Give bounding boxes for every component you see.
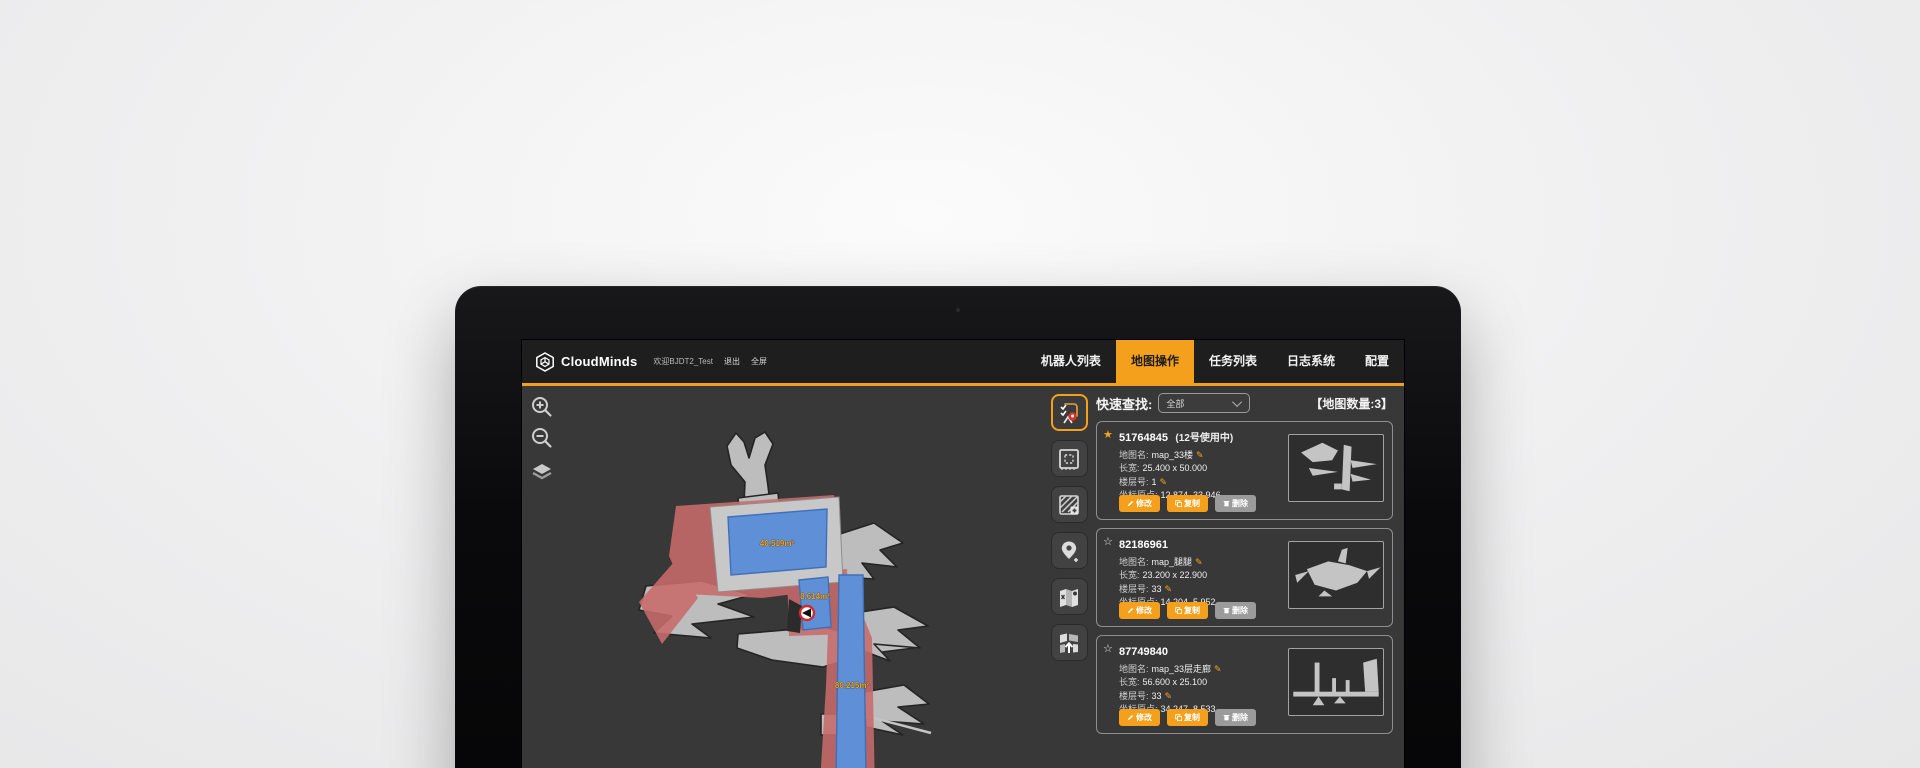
nav-robot-list[interactable]: 机器人列表: [1026, 340, 1116, 383]
add-virtual-wall-button[interactable]: [1051, 486, 1088, 523]
filter-dropdown[interactable]: 全部: [1158, 393, 1250, 413]
copy-map-button[interactable]: 复制: [1167, 709, 1208, 726]
webcam-dot: [956, 308, 960, 312]
delete-map-button[interactable]: 删除: [1215, 709, 1256, 726]
add-point-button[interactable]: [1051, 532, 1088, 569]
field-label: 楼层号:: [1119, 584, 1149, 594]
nav-map-operation[interactable]: 地图操作: [1116, 340, 1194, 383]
area-label-small: 8.614m²: [800, 592, 830, 601]
nav-config[interactable]: 配置: [1350, 340, 1404, 383]
edit-pencil-icon[interactable]: ✎: [1165, 584, 1173, 594]
map-in-use-badge: (12号使用中): [1175, 433, 1233, 444]
field-label: 地图名:: [1119, 664, 1149, 674]
nav-task-list[interactable]: 任务列表: [1194, 340, 1272, 383]
map-controls: [530, 395, 554, 484]
edit-pencil-icon[interactable]: ✎: [1196, 450, 1204, 460]
copy-map-button[interactable]: 复制: [1167, 495, 1208, 512]
logout-link[interactable]: 退出: [724, 356, 740, 367]
map-name: map_33层走廊: [1152, 664, 1212, 674]
field-label: 地图名:: [1119, 557, 1149, 567]
map-floor: 33: [1152, 584, 1162, 594]
layers-icon[interactable]: [530, 460, 554, 484]
map-area[interactable]: 40.519m² 8.614m² 80.215m²: [522, 386, 1046, 768]
blue-corridor[interactable]: [835, 575, 867, 768]
fullscreen-link[interactable]: 全屏: [751, 356, 767, 367]
map-thumbnail: [1288, 648, 1384, 716]
area-label-large: 40.519m²: [760, 539, 795, 548]
field-label: 长宽:: [1119, 570, 1140, 580]
map-list-panel: 快速查找: 全部 【地图数量:3】 ★ 51764845 (12号使用中) 地图…: [1092, 386, 1404, 768]
edit-pencil-icon[interactable]: ✎: [1160, 477, 1168, 487]
map-name: map_33楼: [1152, 450, 1194, 460]
map-floor: 1: [1152, 477, 1157, 487]
brand-name: CloudMinds: [561, 354, 637, 369]
measure-area-button[interactable]: [1051, 440, 1088, 477]
quick-find-label: 快速查找:: [1096, 394, 1152, 413]
app-screen: CloudMinds 欢迎BJDT2_Test 退出 全屏 机器人列表 地图操作…: [521, 339, 1405, 768]
map-canvas[interactable]: 40.519m² 8.614m² 80.215m²: [522, 386, 1046, 768]
edit-pencil-icon[interactable]: ✎: [1165, 691, 1173, 701]
favorite-star-icon[interactable]: ☆: [1103, 535, 1113, 548]
map-size: 25.400 x 50.000: [1143, 463, 1208, 473]
edit-pencil-icon[interactable]: ✎: [1195, 557, 1203, 567]
delete-map-button[interactable]: 删除: [1215, 495, 1256, 512]
field-label: 楼层号:: [1119, 691, 1149, 701]
brand: CloudMinds: [535, 352, 637, 372]
area-label-corridor: 80.215m²: [835, 681, 870, 690]
field-label: 长宽:: [1119, 677, 1140, 687]
laptop-frame: CloudMinds 欢迎BJDT2_Test 退出 全屏 机器人列表 地图操作…: [455, 286, 1461, 768]
map-name: map_腿腿: [1152, 557, 1193, 567]
favorite-star-icon[interactable]: ☆: [1103, 642, 1113, 655]
map-card[interactable]: ☆ 87749840 地图名:map_33层走廊✎ 长宽:56.600 x 25…: [1096, 635, 1393, 734]
map-size: 56.600 x 25.100: [1143, 677, 1208, 687]
map-toolbar: [1046, 386, 1092, 768]
blue-area-small[interactable]: [799, 577, 831, 630]
map-card[interactable]: ☆ 82186961 地图名:map_腿腿✎ 长宽:23.200 x 22.90…: [1096, 528, 1393, 627]
zoom-in-icon[interactable]: [530, 395, 554, 419]
zoom-out-icon[interactable]: [530, 426, 554, 450]
delete-map-button[interactable]: 删除: [1215, 602, 1256, 619]
favorite-star-icon[interactable]: ★: [1103, 428, 1113, 441]
field-label: 地图名:: [1119, 450, 1149, 460]
edit-map-button[interactable]: 修改: [1119, 602, 1160, 619]
field-label: 楼层号:: [1119, 477, 1149, 487]
edit-map-button[interactable]: 修改: [1119, 709, 1160, 726]
field-label: 长宽:: [1119, 463, 1140, 473]
map-thumbnail: [1288, 541, 1384, 609]
header-bar: CloudMinds 欢迎BJDT2_Test 退出 全屏 机器人列表 地图操作…: [522, 340, 1404, 383]
edit-pencil-icon[interactable]: ✎: [1214, 664, 1222, 674]
map-marker-button[interactable]: [1051, 578, 1088, 615]
scan-blob: [727, 432, 773, 503]
upload-map-button[interactable]: [1051, 624, 1088, 661]
map-id: 82186961: [1119, 539, 1168, 551]
map-id: 51764845: [1119, 432, 1168, 444]
map-card[interactable]: ★ 51764845 (12号使用中) 地图名:map_33楼✎ 长宽:25.4…: [1096, 421, 1393, 520]
nav-log-system[interactable]: 日志系统: [1272, 340, 1350, 383]
robot-marker[interactable]: [800, 606, 814, 620]
copy-map-button[interactable]: 复制: [1167, 602, 1208, 619]
map-thumbnail: [1288, 434, 1384, 502]
cloudminds-logo-icon: [535, 352, 555, 372]
map-size: 23.200 x 22.900: [1143, 570, 1208, 580]
welcome-text: 欢迎BJDT2_Test: [653, 356, 713, 367]
edit-map-button[interactable]: 修改: [1119, 495, 1160, 512]
filter-value: 全部: [1166, 397, 1235, 410]
map-task-list-button[interactable]: [1051, 394, 1088, 431]
scan-blob: [864, 685, 929, 735]
main-nav: 机器人列表 地图操作 任务列表 日志系统 配置: [1026, 340, 1404, 383]
map-floor: 33: [1152, 691, 1162, 701]
map-count-badge: 【地图数量:3】: [1310, 395, 1393, 412]
map-id: 87749840: [1119, 646, 1168, 658]
